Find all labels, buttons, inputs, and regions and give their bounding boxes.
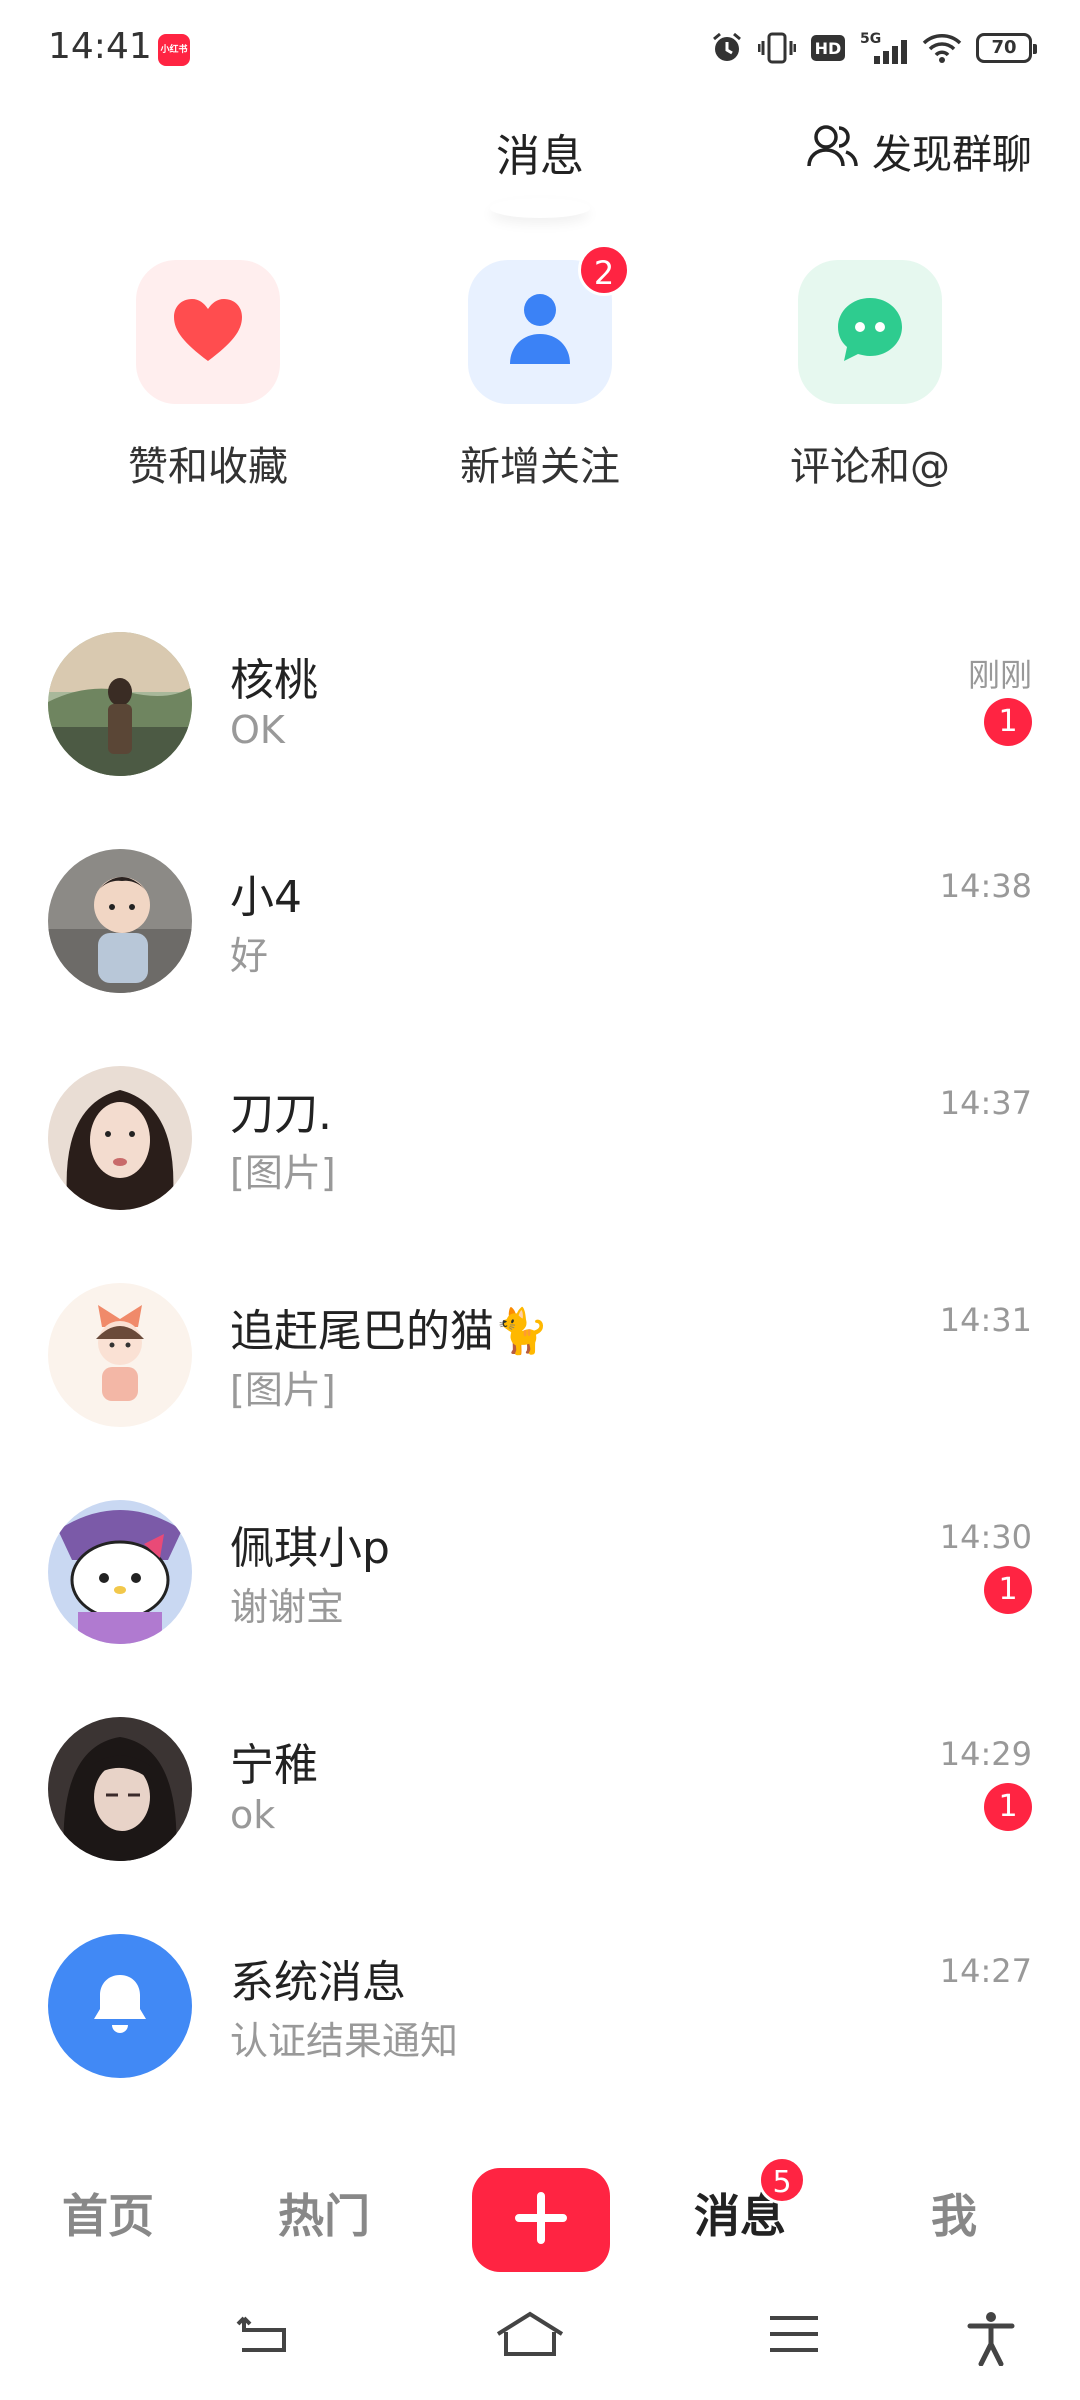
new-followers-label: 新增关注 [460, 444, 620, 490]
tab-home[interactable]: 首页 [38, 2180, 178, 2246]
likes-collections-icon-box [136, 260, 280, 404]
chat-preview: 谢谢宝 [230, 1585, 345, 1629]
chat-preview: OK [230, 708, 285, 752]
list-item[interactable]: 宁稚 ok 14:29 1 [0, 1705, 1080, 1922]
chat-name: 佩琪小p [230, 1523, 390, 1574]
chat-preview: ok [230, 1793, 276, 1837]
list-item[interactable]: 小4 好 14:38 [0, 837, 1080, 1054]
status-time: 14:41 [48, 26, 152, 67]
tab-messages[interactable]: 消息 5 [670, 2156, 810, 2246]
likes-collections-entry[interactable]: 赞和收藏 [98, 260, 318, 492]
likes-collections-label: 赞和收藏 [128, 444, 288, 490]
avatar [48, 1066, 192, 1210]
chat-name: 刀刀. [230, 1089, 332, 1140]
chat-list: 核桃 OK 刚刚 1 小4 好 14:38 刀刀. [图片] 14:37 追赶尾… [0, 620, 1080, 2139]
system-nav-bar [0, 2290, 1080, 2400]
new-followers-entry[interactable]: 2 新增关注 [430, 244, 650, 492]
chat-time: 14:37 [939, 1084, 1032, 1122]
vibrate-icon [758, 31, 796, 65]
battery-icon: 70 [976, 33, 1037, 63]
status-icons: HD 5G 70 [710, 30, 1037, 66]
app-notification-icon: 小红书 [158, 34, 190, 66]
tab-hot[interactable]: 热门 [254, 2180, 394, 2246]
header-divider [490, 198, 590, 218]
list-item[interactable]: 佩琪小p 谢谢宝 14:30 1 [0, 1488, 1080, 1705]
comment-icon [834, 294, 906, 370]
group-icon [806, 122, 858, 180]
plus-icon [513, 2190, 569, 2250]
chat-time: 14:38 [939, 867, 1032, 905]
chat-name: 系统消息 [230, 1957, 406, 2008]
chat-name: 小4 [230, 872, 302, 923]
messages-badge: 5 [758, 2156, 806, 2204]
chat-time: 14:27 [939, 1952, 1032, 1990]
bottom-tab-bar: 首页 热门 消息 5 我 [0, 2140, 1080, 2280]
unread-badge: 1 [984, 1783, 1032, 1831]
chat-time: 14:29 [939, 1735, 1032, 1773]
quick-entries: 赞和收藏 2 新增关注 评论和@ [0, 244, 1080, 500]
chat-name: 核桃 [230, 655, 318, 706]
avatar [48, 1500, 192, 1644]
avatar [48, 1283, 192, 1427]
list-item[interactable]: 追赶尾巴的猫🐈 [图片] 14:31 [0, 1271, 1080, 1488]
chat-name: 宁稚 [230, 1740, 318, 1791]
header: 消息 发现群聊 [0, 100, 1080, 210]
bell-icon [90, 1971, 150, 2041]
unread-badge: 1 [984, 698, 1032, 746]
avatar [48, 1717, 192, 1861]
chat-preview: [图片] [230, 1151, 336, 1195]
list-item[interactable]: 系统消息 认证结果通知 14:27 [0, 1922, 1080, 2139]
chat-name: 追赶尾巴的猫🐈 [230, 1306, 549, 1357]
hd-icon: HD [810, 33, 846, 63]
new-followers-icon-box: 2 [468, 244, 630, 404]
avatar [48, 849, 192, 993]
comments-mentions-icon-box [798, 260, 942, 404]
heart-icon [170, 295, 246, 369]
list-item[interactable]: 核桃 OK 刚刚 1 [0, 620, 1080, 837]
svg-text:HD: HD [815, 39, 842, 58]
new-followers-badge: 2 [578, 244, 630, 296]
svg-text:5G: 5G [860, 31, 881, 47]
discover-group-button[interactable]: 发现群聊 [806, 122, 1032, 180]
chat-preview: 好 [230, 934, 269, 978]
chat-time: 14:30 [939, 1518, 1032, 1556]
wifi-icon [922, 32, 962, 64]
chat-preview: 认证结果通知 [230, 2019, 459, 2063]
comments-mentions-label: 评论和@ [790, 444, 950, 490]
alarm-icon [710, 31, 744, 65]
comments-mentions-entry[interactable]: 评论和@ [760, 260, 980, 492]
avatar [48, 632, 192, 776]
signal-icon: 5G [860, 30, 908, 66]
list-item[interactable]: 刀刀. [图片] 14:37 [0, 1054, 1080, 1271]
person-icon [508, 292, 572, 372]
tab-me[interactable]: 我 [884, 2180, 1024, 2246]
publish-button[interactable] [472, 2168, 610, 2272]
chat-time: 刚刚 [967, 656, 1032, 694]
discover-group-label: 发现群聊 [872, 132, 1032, 178]
chat-preview: [图片] [230, 1368, 336, 1412]
status-bar: 14:41 小红书 HD 5G 70 [0, 0, 1080, 100]
unread-badge: 1 [984, 1566, 1032, 1614]
system-avatar [48, 1934, 192, 2078]
chat-time: 14:31 [939, 1301, 1032, 1339]
